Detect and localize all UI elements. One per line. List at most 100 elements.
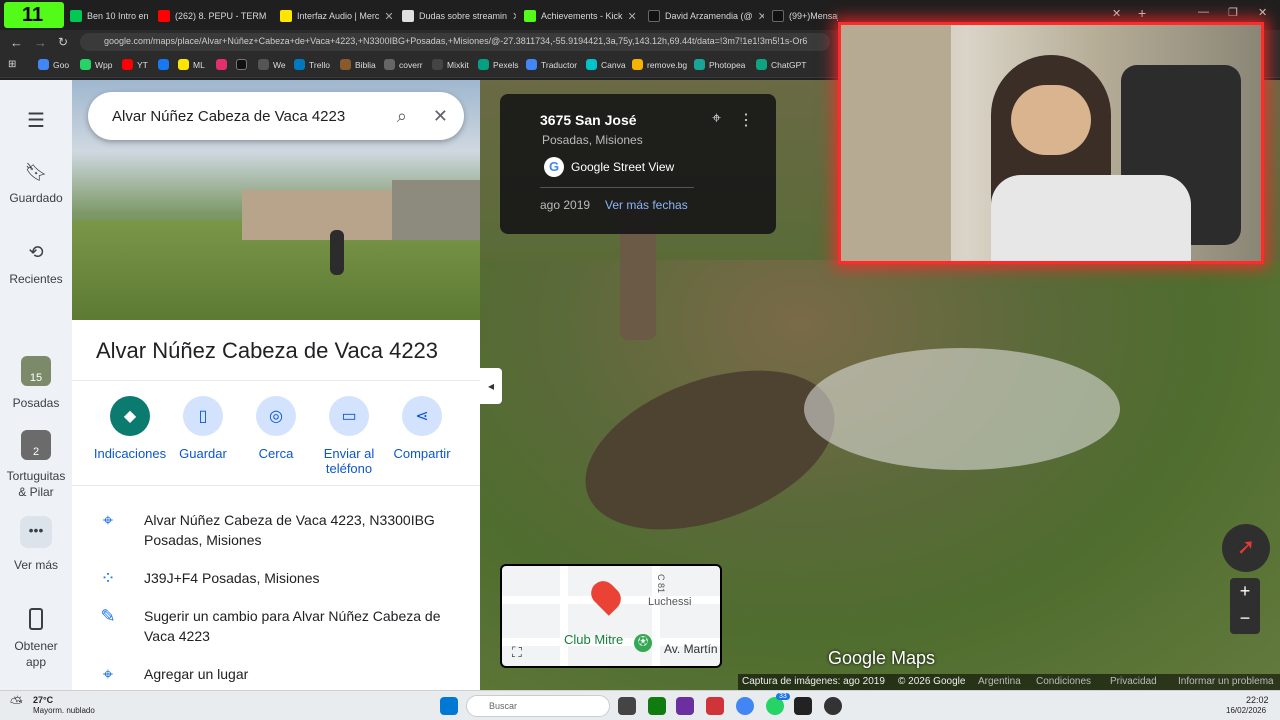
close-tab-icon[interactable]: ✕ bbox=[1112, 7, 1121, 20]
close-tab-icon[interactable]: ✕ bbox=[384, 10, 393, 23]
collapse-panel-button[interactable]: ◂ bbox=[480, 368, 502, 404]
weather-icon[interactable]: ⛅︎ bbox=[10, 695, 23, 713]
search-input[interactable]: Alvar Núñez Cabeza de Vaca 4223 bbox=[112, 108, 397, 125]
suggest-edit-row[interactable]: ✎ Sugerir un cambio para Alvar Núñez Cab… bbox=[96, 606, 466, 646]
share-button[interactable]: ⋖ Compartir bbox=[384, 396, 460, 461]
browser-tab[interactable]: Interfaz Audio | Merc ✕ bbox=[272, 5, 394, 27]
rail-item-recent[interactable]: ⟲ Recientes bbox=[0, 242, 72, 287]
bookmark-item[interactable]: YT bbox=[122, 59, 148, 70]
street-view-city: Posadas, Misiones bbox=[542, 133, 643, 147]
obs-icon[interactable] bbox=[824, 697, 842, 715]
clock-time[interactable]: 22:02 bbox=[1246, 695, 1269, 705]
compass-icon[interactable]: ➚ bbox=[1222, 524, 1270, 572]
bookmark-item[interactable]: Biblia bbox=[340, 59, 376, 70]
location-pin-icon[interactable]: ⌖ bbox=[712, 110, 721, 128]
rail-item-posadas[interactable]: 15 Posadas bbox=[0, 356, 72, 410]
bookmark-label: coverr bbox=[399, 59, 423, 70]
maximize-icon[interactable]: ❐ bbox=[1228, 6, 1238, 19]
door-frame bbox=[841, 25, 951, 261]
maps-side-rail: ☰ 🔖︎ Guardado ⟲ Recientes 15 Posadas 2 T… bbox=[0, 80, 72, 690]
clock-date[interactable]: 16/02/2026 bbox=[1226, 706, 1266, 715]
browser-tab[interactable]: (262) 8. PEPU - TERM✕ bbox=[150, 5, 272, 27]
terms-link[interactable]: Condiciones bbox=[1036, 676, 1091, 687]
directions-button[interactable]: ◆ Indicaciones bbox=[92, 396, 168, 461]
add-place-row[interactable]: ⌖ Agregar un lugar bbox=[96, 664, 466, 684]
rail-item-saved[interactable]: 🔖︎ Guardado bbox=[0, 162, 72, 205]
browser-tab[interactable]: Ben 10 Intro en✕ bbox=[62, 5, 150, 27]
close-icon[interactable]: ✕ bbox=[433, 106, 448, 127]
more-dates-link[interactable]: Ver más fechas bbox=[605, 198, 688, 212]
nearby-button[interactable]: ◎ Cerca bbox=[238, 396, 314, 461]
taskbar-search[interactable]: Buscar bbox=[466, 695, 610, 717]
bookmark-item[interactable]: Mixkit bbox=[432, 59, 469, 70]
house-shape bbox=[242, 190, 392, 240]
bookmark-item[interactable]: We bbox=[258, 59, 286, 70]
street-view-source: Google Street View bbox=[571, 160, 675, 174]
street-label: Luchessi bbox=[648, 596, 692, 608]
bookmark-item[interactable] bbox=[216, 59, 227, 70]
browser-tab[interactable]: Achievements - Kick ✕ bbox=[516, 5, 640, 27]
bookmark-item[interactable]: Wpp bbox=[80, 59, 112, 70]
expand-icon[interactable]: ⛶ bbox=[512, 644, 530, 662]
windows-start-icon[interactable] bbox=[440, 697, 458, 715]
bookmark-item[interactable]: Traductor bbox=[526, 59, 577, 70]
action-label: Compartir bbox=[393, 446, 451, 461]
recent-place-thumbnail: 15 bbox=[21, 356, 51, 386]
capcut-icon[interactable] bbox=[794, 697, 812, 715]
back-icon[interactable]: ← bbox=[10, 35, 23, 50]
report-problem-link[interactable]: Informar un problema bbox=[1178, 676, 1274, 687]
zoom-in-button[interactable]: + bbox=[1230, 578, 1260, 606]
tab-label: Dudas sobre streamin bbox=[419, 11, 508, 21]
weather-icon bbox=[258, 59, 269, 70]
address-row[interactable]: ⌖ Alvar Núñez Cabeza de Vaca 4223, N3300… bbox=[96, 510, 466, 550]
apps-icon[interactable]: ⊞ bbox=[8, 59, 16, 70]
save-button[interactable]: ▯ Guardar bbox=[165, 396, 241, 461]
chrome-icon[interactable] bbox=[736, 697, 754, 715]
reload-icon[interactable]: ↻ bbox=[58, 35, 68, 49]
browser-tab[interactable]: (99+)Mensaje bbox=[764, 5, 838, 27]
bookmark-item[interactable]: Canva bbox=[586, 59, 626, 70]
privacy-link[interactable]: Privacidad bbox=[1110, 676, 1157, 687]
house-shape bbox=[392, 180, 480, 240]
rail-item-more[interactable]: ••• Ver más bbox=[0, 516, 72, 572]
bookmark-item[interactable]: Photopea bbox=[694, 59, 745, 70]
bookmark-item[interactable]: ChatGPT bbox=[756, 59, 806, 70]
mini-map[interactable]: C 81 Luchessi Club Mitre ⚽︎ Av. Martín ⛶ bbox=[500, 564, 722, 668]
close-tab-icon[interactable]: ✕ bbox=[628, 10, 637, 23]
send-to-phone-button[interactable]: ▭ Enviar al teléfono bbox=[311, 396, 387, 476]
app-icon[interactable] bbox=[706, 697, 724, 715]
close-window-icon[interactable]: ✕ bbox=[1258, 6, 1267, 19]
new-tab-icon[interactable]: + bbox=[1138, 5, 1146, 21]
bookmark-item[interactable]: Pexels bbox=[478, 59, 519, 70]
app-icon[interactable] bbox=[676, 697, 694, 715]
minimize-icon[interactable]: — bbox=[1198, 6, 1209, 18]
more-vert-icon[interactable]: ⋮ bbox=[738, 110, 754, 130]
rail-item-tortuguitas[interactable]: 2 Tortuguitas & Pilar bbox=[0, 430, 72, 500]
bookmark-item[interactable]: remove.bg bbox=[632, 59, 687, 70]
bookmark-item[interactable]: Trello bbox=[294, 59, 330, 70]
menu-icon[interactable]: ☰ bbox=[0, 108, 72, 133]
url-text: google.com/maps/place/Alvar+Núñez+Cabeza… bbox=[104, 36, 808, 46]
xbox-icon[interactable] bbox=[648, 697, 666, 715]
address-text: Alvar Núñez Cabeza de Vaca 4223, N3300IB… bbox=[144, 512, 435, 548]
plus-code-row[interactable]: ⁘ J39J+F4 Posadas, Misiones bbox=[96, 568, 466, 588]
browser-tab[interactable]: Dudas sobre streamin✕ bbox=[394, 5, 516, 27]
bookmark-item[interactable] bbox=[158, 59, 169, 70]
browser-tab[interactable]: David Arzamendia (@ ✕ bbox=[640, 5, 764, 27]
search-icon[interactable]: ⌕ bbox=[397, 106, 407, 127]
zoom-out-button[interactable]: − bbox=[1230, 606, 1260, 634]
country-link[interactable]: Argentina bbox=[978, 676, 1021, 687]
bookmark-item[interactable]: Goo bbox=[38, 59, 69, 70]
url-field[interactable]: google.com/maps/place/Alvar+Núñez+Cabeza… bbox=[80, 33, 830, 51]
search-box[interactable]: Alvar Núñez Cabeza de Vaca 4223 ⌕ ✕ bbox=[88, 92, 464, 140]
google-maps-watermark: Google Maps bbox=[828, 648, 936, 668]
bookmark-item[interactable]: coverr bbox=[384, 59, 423, 70]
rail-item-get-app[interactable]: Obtener app bbox=[0, 608, 72, 670]
navigation-cursor-ellipse[interactable] bbox=[804, 348, 1120, 470]
forward-icon[interactable]: → bbox=[34, 35, 47, 50]
bookmark-item[interactable]: ML bbox=[178, 59, 205, 70]
bookmark-label: Traductor bbox=[541, 59, 578, 70]
task-view-icon[interactable] bbox=[618, 697, 636, 715]
pencil-icon: ✎ bbox=[100, 606, 116, 626]
bookmark-item[interactable] bbox=[236, 59, 247, 70]
